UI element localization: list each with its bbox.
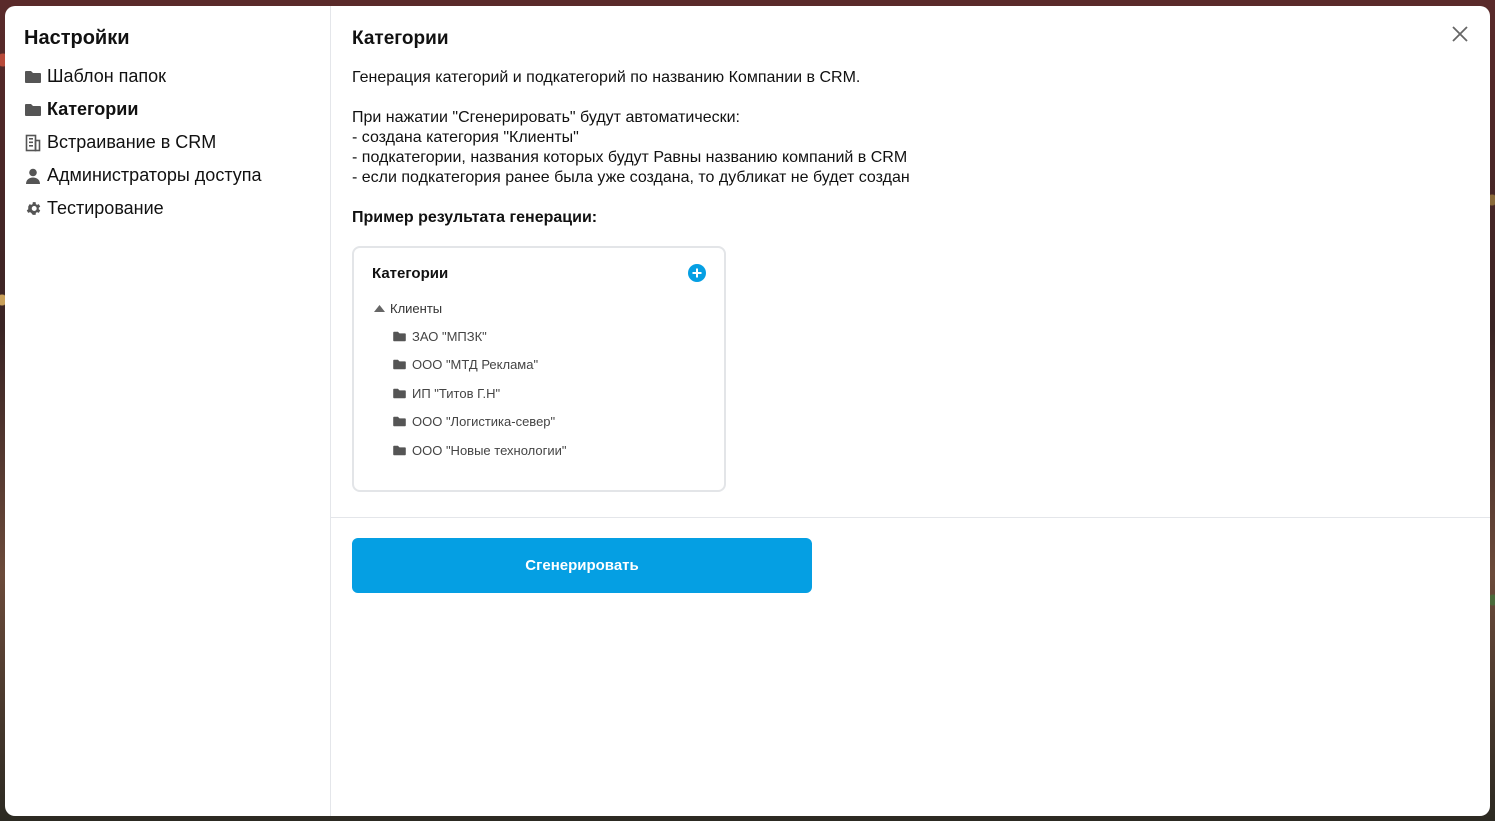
sidebar-item-label: Встраивание в CRM xyxy=(47,132,217,152)
bullet-text: - если подкатегория ранее была уже созда… xyxy=(352,169,910,186)
folder-icon xyxy=(393,443,407,457)
tree-item[interactable]: ИП "Титов Г.Н" xyxy=(393,383,706,403)
building-icon xyxy=(24,134,42,152)
tree-item[interactable]: ЗАО "МПЗК" xyxy=(393,326,706,346)
settings-modal: Настройки Шаблон папок Категории Встраив… xyxy=(5,6,1490,816)
bullet-text: - подкатегории, названия которых будут Р… xyxy=(352,149,908,166)
tree-item-label: ИП "Титов Г.Н" xyxy=(412,385,501,401)
bullet-text: - создана категория "Клиенты" xyxy=(352,129,579,146)
example-categories-card: Категории Клиенты ЗАО "МПЗК" ООО "МТД Ре… xyxy=(352,246,726,492)
sidebar-item-categories[interactable]: Категории xyxy=(24,93,330,126)
tree-root[interactable]: Клиенты xyxy=(372,298,706,318)
tree-item-label: ООО "МТД Реклама" xyxy=(412,357,539,373)
sidebar-item-crm-embedding[interactable]: Встраивание в CRM xyxy=(24,126,330,159)
tree-item-label: ЗАО "МПЗК" xyxy=(412,328,487,344)
tree-item[interactable]: ООО "Логистика-север" xyxy=(393,412,706,432)
settings-main: Категории Генерация категорий и подкатег… xyxy=(331,6,1490,816)
user-icon xyxy=(24,167,42,185)
tree-item[interactable]: ООО "Новые технологии" xyxy=(393,440,706,460)
sidebar-item-folder-template[interactable]: Шаблон папок xyxy=(24,60,330,93)
gear-icon xyxy=(24,200,42,218)
generate-button[interactable]: Сгенерировать xyxy=(352,538,812,593)
folder-icon xyxy=(24,68,42,86)
sidebar-item-label: Категории xyxy=(47,99,139,119)
description-text: Генерация категорий и подкатегорий по на… xyxy=(352,69,861,86)
close-button[interactable] xyxy=(1450,25,1470,47)
sidebar-item-testing[interactable]: Тестирование xyxy=(24,192,330,225)
folder-icon xyxy=(24,101,42,119)
add-circle-icon[interactable] xyxy=(688,264,706,282)
tree-item-label: ООО "Логистика-север" xyxy=(412,414,556,430)
sidebar-item-label: Тестирование xyxy=(47,198,164,218)
folder-icon xyxy=(393,358,407,372)
tree-item[interactable]: ООО "МТД Реклама" xyxy=(393,355,706,375)
tree-root-label: Клиенты xyxy=(390,300,443,316)
close-icon xyxy=(1452,25,1468,47)
folder-icon xyxy=(393,415,407,429)
folder-icon xyxy=(393,386,407,400)
tree-item-label: ООО "Новые технологии" xyxy=(412,442,567,458)
caret-up-icon xyxy=(372,301,386,315)
footer-divider xyxy=(331,517,1490,518)
sidebar-title: Настройки xyxy=(24,27,130,49)
page-title: Категории xyxy=(352,28,449,49)
categories-content: Категории Генерация категорий и подкатег… xyxy=(331,6,1490,492)
category-tree: Клиенты ЗАО "МПЗК" ООО "МТД Реклама" ИП … xyxy=(372,298,706,460)
example-title: Пример результата генерации: xyxy=(352,209,598,226)
card-header: Категории xyxy=(372,262,706,284)
sidebar-item-label: Администраторы доступа xyxy=(47,165,262,185)
intro-text: При нажатии "Сгенерировать" будут автома… xyxy=(352,109,740,126)
card-title: Категории xyxy=(372,264,449,282)
sidebar-item-access-admins[interactable]: Администраторы доступа xyxy=(24,159,330,192)
folder-icon xyxy=(393,329,407,343)
settings-sidebar: Настройки Шаблон папок Категории Встраив… xyxy=(5,6,331,816)
sidebar-item-label: Шаблон папок xyxy=(47,66,167,86)
